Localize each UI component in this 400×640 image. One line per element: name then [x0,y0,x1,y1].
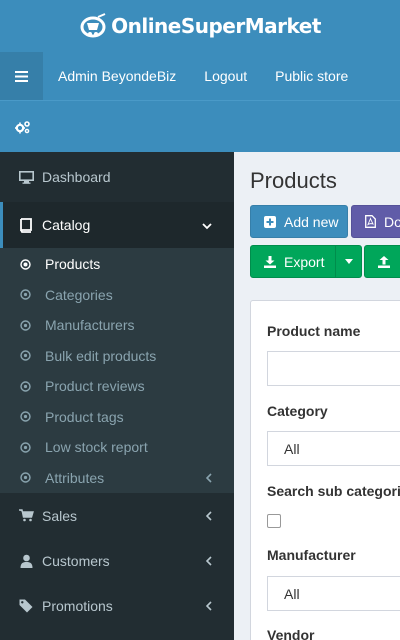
sidebar-subitem-attributes[interactable]: Attributes [0,463,234,494]
dot-circle-icon [20,472,31,483]
sidebar-item-label: Catalog [42,217,91,233]
dot-circle-icon [20,320,31,331]
manufacturer-select[interactable]: All [267,576,400,611]
catalog-submenu: Products Categories Manufacturers Bulk e… [0,248,234,493]
category-value: All [284,440,300,457]
sidebar-subitem-label: Categories [45,286,113,303]
sidebar-toggle-button[interactable] [0,52,43,100]
sidebar-subitem-label: Attributes [45,469,105,486]
search-sub-categories-checkbox[interactable] [267,514,281,528]
sidebar: Dashboard Catalog Products Categories Ma… [0,152,234,640]
top-nav: Admin BeyondeBiz Logout Public store [0,52,400,100]
search-sub-categories-label: Search sub categories [267,483,400,499]
chevron-left-icon [205,598,212,614]
dot-circle-icon [20,259,31,270]
nav-public-store-link[interactable]: Public store [275,68,348,84]
sidebar-item-catalog[interactable]: Catalog [0,202,234,248]
main-content: Products Add new Do Export Product name … [234,152,400,640]
logo[interactable]: OnlineSuperMarket [79,13,321,39]
sidebar-subitem-manufacturers[interactable]: Manufacturers [0,310,234,341]
sidebar-item-promotions[interactable]: Promotions [0,583,234,628]
sidebar-subitem-label: Bulk edit products [45,347,157,364]
dot-circle-icon [20,350,31,361]
sidebar-subitem-low-stock[interactable]: Low stock report [0,432,234,463]
upload-icon [378,255,390,268]
sidebar-item-label: Customers [42,552,110,569]
sidebar-item-label: Dashboard [42,169,111,185]
dot-circle-icon [20,411,31,422]
settings-bar [0,100,400,152]
plus-square-icon [264,215,276,228]
sidebar-item-label: Promotions [42,597,113,614]
user-icon [18,553,34,569]
sidebar-subitem-products[interactable]: Products [0,249,234,280]
import-button[interactable] [364,245,400,278]
search-panel: Product name Category All Search sub cat… [250,300,400,640]
cart-logo-icon [80,13,106,38]
add-new-button[interactable]: Add new [250,205,348,238]
download-pdf-label: Do [384,213,400,230]
sidebar-subitem-label: Low stock report [45,439,148,456]
sidebar-subitem-bulk-edit[interactable]: Bulk edit products [0,341,234,372]
sidebar-item-label: Sales [42,507,78,524]
sidebar-subitem-product-reviews[interactable]: Product reviews [0,371,234,402]
vendor-label: Vendor [267,627,315,640]
gears-icon[interactable] [15,120,31,134]
nav-admin-link[interactable]: Admin BeyondeBiz [58,68,176,84]
chevron-left-icon [205,553,212,569]
sidebar-subitem-label: Product reviews [45,378,145,395]
dot-circle-icon [20,289,31,300]
sidebar-subitem-label: Manufacturers [45,317,135,334]
sidebar-subitem-label: Products [45,256,101,273]
page-title: Products [250,168,337,193]
sidebar-subitem-categories[interactable]: Categories [0,280,234,311]
sidebar-item-dashboard[interactable]: Dashboard [0,152,234,202]
download-icon [264,255,276,268]
desktop-icon [18,169,34,185]
hamburger-icon [15,70,28,82]
chevron-left-icon [205,508,212,524]
book-icon [18,217,34,233]
export-button[interactable]: Export [250,245,362,278]
manufacturer-label: Manufacturer [267,547,356,563]
category-select[interactable]: All [267,431,400,466]
manufacturer-value: All [284,585,300,602]
export-label: Export [284,253,325,270]
chevron-left-icon [205,470,212,486]
sidebar-item-customers[interactable]: Customers [0,538,234,583]
chevron-down-icon [202,217,212,233]
logo-text: OnlineSuperMarket [111,14,321,38]
cart-icon [18,508,34,524]
tag-icon [18,598,34,614]
export-dropdown-toggle[interactable] [335,246,361,277]
add-new-label: Add new [284,213,339,230]
sidebar-item-sales[interactable]: Sales [0,493,234,538]
product-name-input[interactable] [267,351,400,386]
download-pdf-button[interactable]: Do [351,205,400,238]
dot-circle-icon [20,381,31,392]
logo-bar: OnlineSuperMarket [0,0,400,52]
product-name-label: Product name [267,323,361,339]
sidebar-subitem-label: Product tags [45,408,124,425]
sidebar-subitem-product-tags[interactable]: Product tags [0,402,234,433]
caret-down-icon [344,259,353,264]
category-label: Category [267,403,328,419]
dot-circle-icon [20,442,31,453]
nav-logout-link[interactable]: Logout [204,68,247,84]
file-pdf-icon [365,215,376,228]
